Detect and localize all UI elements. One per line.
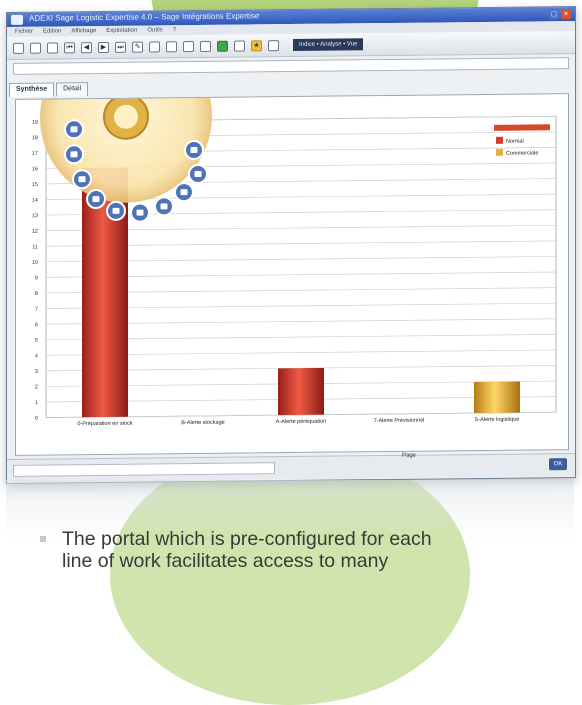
caption: The portal which is pre-configured for e… — [40, 528, 577, 572]
y-tick-label: 19 — [32, 120, 38, 126]
legend-label: Commerciale — [506, 150, 538, 156]
last-record-icon[interactable]: ⏭ — [115, 41, 126, 53]
menu-item-view[interactable]: Affichage — [71, 26, 96, 36]
previous-record-icon[interactable]: ◀ — [81, 41, 92, 53]
y-tick-label: 15 — [32, 182, 38, 188]
caption-line-1: The portal which is pre-configured for e… — [62, 528, 432, 550]
menu-item-operations[interactable]: Exploitation — [106, 26, 137, 36]
paste-icon[interactable] — [183, 40, 194, 52]
maximize-button[interactable]: □ — [549, 9, 559, 20]
page-label: Page — [402, 452, 417, 459]
y-tick-label: 7 — [35, 307, 38, 313]
status-field — [13, 462, 275, 477]
document-icon-glyph — [180, 189, 188, 196]
application-window: ADEXI Sage Logistic Expertise 4.0 – Sage… — [6, 6, 576, 484]
refresh-icon[interactable] — [217, 40, 228, 52]
menu-item-edit[interactable]: Edition — [43, 26, 61, 36]
y-tick-label: 18 — [32, 135, 38, 141]
legend-swatch — [496, 136, 503, 144]
y-tick-label: 3 — [35, 369, 38, 375]
folder-icon-glyph — [78, 176, 86, 183]
y-tick-label: 2 — [35, 385, 38, 391]
y-tick-label: 11 — [32, 244, 38, 250]
report-icon-glyph — [112, 207, 120, 214]
caption-line-2: line of work facilitates access to many — [62, 550, 389, 572]
settings-icon-glyph — [160, 203, 168, 210]
close-button[interactable]: × — [561, 9, 571, 20]
stats-icon-glyph — [190, 147, 198, 154]
y-tick-label: 5 — [35, 338, 38, 344]
mail-icon-glyph — [92, 196, 100, 203]
legend-swatch — [496, 148, 503, 156]
new-document-icon[interactable] — [13, 42, 24, 54]
y-tick-label: 10 — [32, 260, 38, 266]
x-category-label: A-Alerte péréquation — [276, 419, 326, 426]
x-category-label: B-Alerte stockage — [181, 420, 224, 426]
menu-item-tools[interactable]: Outils — [147, 25, 162, 35]
y-tick-label: 12 — [32, 229, 38, 235]
caption-bullet — [40, 536, 46, 542]
favorites-icon[interactable]: ★ — [251, 39, 262, 51]
next-record-icon[interactable]: ▶ — [98, 41, 109, 53]
filter-icon[interactable] — [149, 40, 160, 53]
print-icon[interactable] — [30, 42, 41, 54]
calendar-icon-glyph — [70, 126, 78, 133]
bar[interactable] — [474, 381, 520, 414]
window-title: ADEXI Sage Logistic Expertise 4.0 – Sage… — [29, 11, 260, 23]
address-field[interactable] — [13, 57, 569, 75]
y-tick-label: 9 — [35, 275, 38, 281]
bar[interactable] — [278, 367, 324, 416]
y-tick-label: 17 — [32, 151, 38, 157]
first-record-icon[interactable]: ⏮ — [64, 41, 75, 53]
y-tick-label: 16 — [32, 166, 38, 172]
search-icon-glyph — [136, 209, 144, 216]
x-category-label: 7-Alerte Prévisionnel — [374, 418, 425, 425]
app-logo-icon — [11, 14, 23, 25]
y-tick-label: 0 — [35, 416, 38, 422]
y-tick-label: 6 — [35, 322, 38, 328]
chart-icon[interactable] — [200, 40, 211, 52]
menu-item-help[interactable]: ? — [173, 25, 176, 35]
x-category-label: 0-Préparation en stock — [77, 421, 133, 428]
legend-label: Normal — [506, 139, 524, 145]
network-icon[interactable] — [268, 39, 279, 51]
breadcrumb[interactable]: Indice • Analyse • Vue — [293, 38, 364, 51]
tab-detail[interactable]: Détail — [56, 82, 89, 97]
y-tick-label: 13 — [32, 213, 38, 219]
copy-icon[interactable] — [166, 40, 177, 52]
tab-synthesis[interactable]: Synthèse — [9, 82, 55, 97]
y-tick-label: 4 — [35, 353, 38, 359]
y-tick-label: 14 — [32, 198, 38, 204]
x-category-label: S-Alerte logistique — [475, 417, 520, 423]
y-tick-label: 1 — [35, 400, 38, 406]
edit-icon[interactable]: ✎ — [132, 41, 143, 53]
menu-item-file[interactable]: Fichier — [15, 27, 33, 37]
toolbar: ⏮ ◀ ▶ ⏭ ✎ ★ Indice • Analyse • Vue — [7, 31, 575, 60]
y-tick-label: 8 — [35, 291, 38, 297]
chart-panel: 0 1 2 3 4 5 6 7 8 9 10 11 12 13 14 15 16 17 18 19 0-Préparat… — [15, 93, 569, 456]
status-bar: Page OK — [7, 453, 575, 482]
ok-button[interactable]: OK — [549, 458, 567, 471]
bar-chart: 0123456789101112131415161718190-Préparat… — [32, 93, 557, 428]
chart-icon-glyph — [194, 170, 202, 178]
save-icon[interactable] — [47, 41, 58, 54]
legend-header — [494, 124, 550, 131]
user-icon-glyph — [70, 151, 78, 158]
home-icon[interactable] — [234, 39, 245, 52]
